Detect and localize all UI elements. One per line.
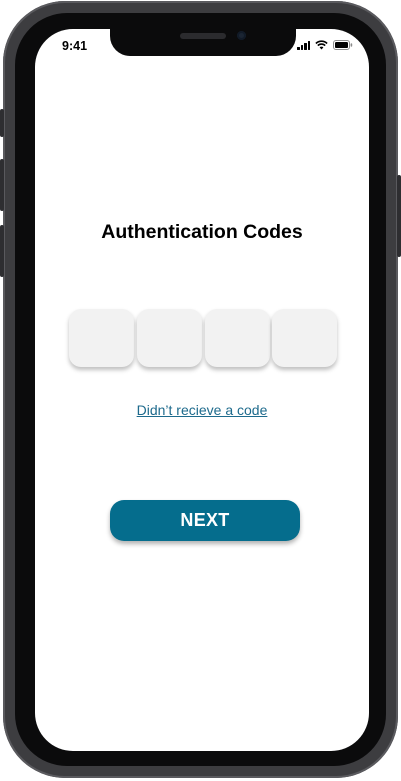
code-digit-4-input[interactable] (272, 309, 337, 367)
status-time: 9:41 (62, 39, 88, 53)
cellular-signal-icon (297, 40, 310, 50)
front-camera (237, 31, 246, 40)
page-title: Authentication Codes (101, 221, 303, 243)
app-screen: 9:41 Authentication Codes Didn’t recieve… (35, 29, 369, 751)
wifi-icon (315, 40, 328, 50)
code-digit-2-input[interactable] (137, 309, 202, 367)
code-digit-3-input[interactable] (205, 309, 270, 367)
volume-up-button (0, 159, 4, 211)
notch (110, 29, 296, 56)
power-button (397, 175, 401, 257)
resend-code-link[interactable]: Didn’t recieve a code (35, 402, 369, 418)
mute-switch (0, 109, 4, 137)
status-icons (297, 40, 353, 50)
next-button[interactable]: NEXT (110, 500, 300, 541)
volume-down-button (0, 225, 4, 277)
code-input-row (69, 309, 337, 367)
battery-icon (333, 40, 353, 50)
code-digit-1-input[interactable] (69, 309, 134, 367)
phone-frame: 9:41 Authentication Codes Didn’t recieve… (0, 1, 401, 778)
speaker-grille (180, 33, 226, 39)
